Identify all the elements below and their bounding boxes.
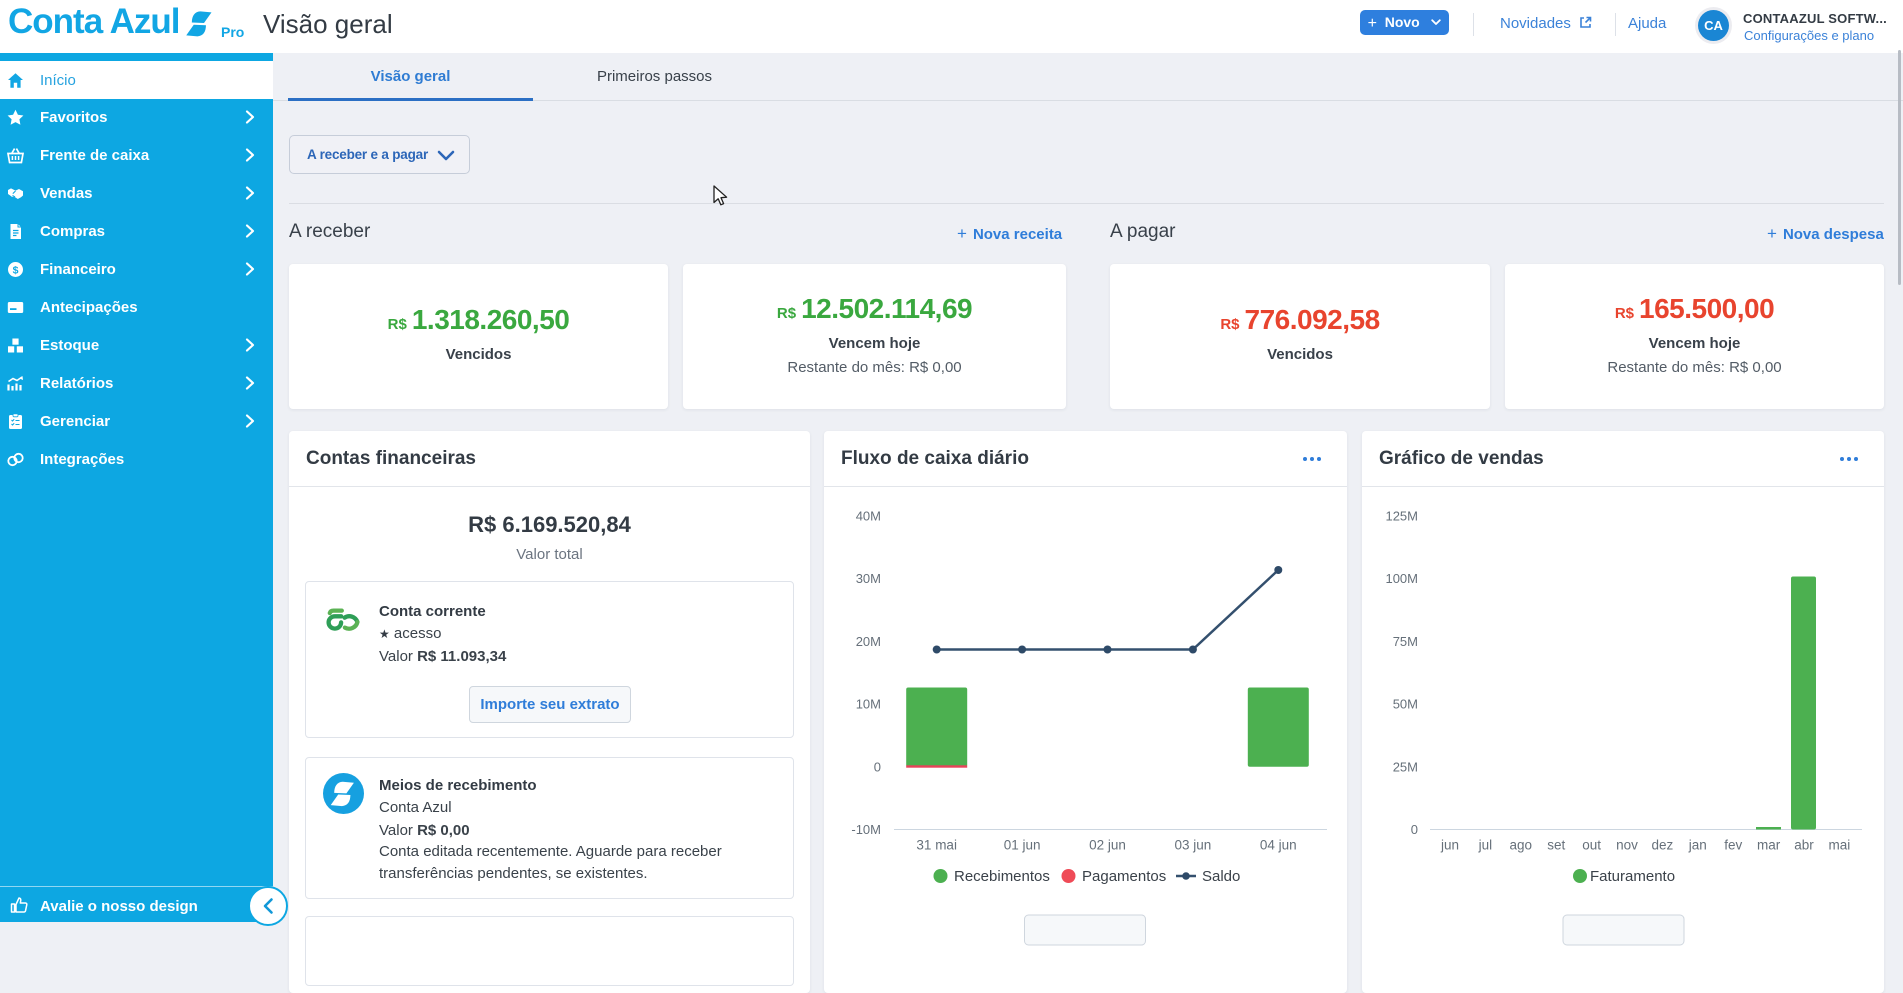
svg-text:125M: 125M (1385, 509, 1418, 524)
svg-text:ago: ago (1510, 838, 1533, 853)
svg-text:mai: mai (1829, 838, 1851, 853)
svg-text:75M: 75M (1393, 634, 1418, 649)
svg-text:Faturamento: Faturamento (1590, 868, 1675, 885)
svg-text:50M: 50M (1393, 697, 1418, 712)
svg-text:nov: nov (1616, 838, 1638, 853)
svg-text:mar: mar (1757, 838, 1781, 853)
svg-text:Recebimentos: Recebimentos (954, 868, 1050, 885)
svg-text:20M: 20M (856, 634, 881, 649)
svg-text:abr: abr (1794, 838, 1814, 853)
svg-text:100M: 100M (1385, 571, 1418, 586)
svg-text:04 jun: 04 jun (1260, 838, 1297, 853)
svg-text:jan: jan (1688, 838, 1707, 853)
svg-text:Pagamentos: Pagamentos (1082, 868, 1166, 885)
svg-text:0: 0 (874, 759, 881, 774)
svg-text:10M: 10M (856, 697, 881, 712)
svg-text:set: set (1547, 838, 1565, 853)
svg-text:fev: fev (1724, 838, 1742, 853)
svg-text:out: out (1582, 838, 1601, 853)
svg-text:30M: 30M (856, 571, 881, 586)
svg-text:31 mai: 31 mai (916, 838, 957, 853)
svg-text:0: 0 (1411, 822, 1418, 837)
svg-text:03 jun: 03 jun (1175, 838, 1212, 853)
svg-text:dez: dez (1652, 838, 1674, 853)
svg-text:02 jun: 02 jun (1089, 838, 1126, 853)
svg-text:01 jun: 01 jun (1004, 838, 1041, 853)
svg-text:-10M: -10M (851, 822, 881, 837)
svg-text:jun: jun (1440, 838, 1459, 853)
svg-text:$: $ (13, 264, 19, 276)
svg-text:jul: jul (1478, 838, 1493, 853)
svg-text:40M: 40M (856, 509, 881, 524)
svg-text:25M: 25M (1393, 759, 1418, 774)
svg-text:Saldo: Saldo (1202, 868, 1240, 885)
